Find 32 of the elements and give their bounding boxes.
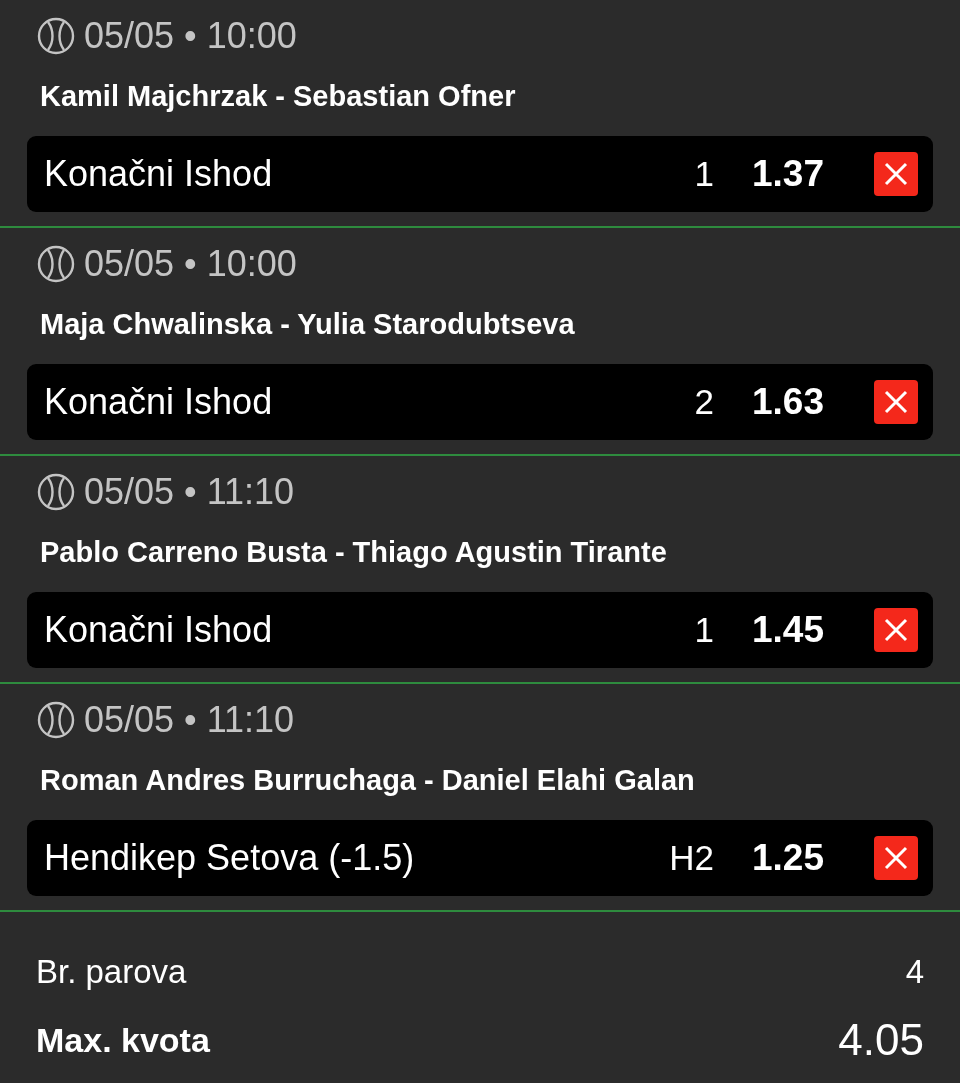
match-title: Kamil Majchrzak - Sebastian Ofner <box>39 79 517 114</box>
remove-button[interactable] <box>874 836 918 880</box>
remove-button[interactable] <box>874 608 918 652</box>
odds-value: 1.37 <box>751 153 824 195</box>
pairs-count: 4 <box>905 953 924 991</box>
pairs-label: Br. parova <box>36 953 187 991</box>
remove-button[interactable] <box>874 380 918 424</box>
match-title: Pablo Carreno Busta - Thiago Agustin Tirante <box>39 535 668 570</box>
pick-label: H2 <box>668 838 714 878</box>
remove-button[interactable] <box>874 152 918 196</box>
odds-value: 1.45 <box>751 609 824 651</box>
max-odds-label: Max. kvota <box>36 1020 210 1060</box>
match-date-time: 05/05 • 10:00 <box>84 15 297 57</box>
market-name: Konačni Ishod <box>44 609 274 651</box>
tennis-ball-icon <box>36 16 76 56</box>
match-date-time: 05/05 • 10:00 <box>84 243 297 285</box>
tennis-ball-icon <box>36 700 76 740</box>
odds-value: 1.63 <box>751 381 824 423</box>
match-date-time: 05/05 • 11:10 <box>84 471 295 513</box>
max-odds-value: 4.05 <box>838 1015 924 1065</box>
tennis-ball-icon <box>36 472 76 512</box>
market-name: Konačni Ishod <box>44 153 274 195</box>
pick-label: 1 <box>693 610 714 650</box>
match-title: Maja Chwalinska - Yulia Starodubtseva <box>39 307 576 342</box>
tennis-ball-icon <box>36 244 76 284</box>
match-title: Roman Andres Burruchaga - Daniel Elahi Galan <box>39 763 696 798</box>
market-name: Hendikep Setova (-1.5) <box>44 837 416 879</box>
match-date-time: 05/05 • 11:10 <box>84 699 295 741</box>
pick-label: 1 <box>693 154 714 194</box>
odds-value: 1.25 <box>751 837 824 879</box>
pick-label: 2 <box>693 382 714 422</box>
market-name: Konačni Ishod <box>44 381 274 423</box>
